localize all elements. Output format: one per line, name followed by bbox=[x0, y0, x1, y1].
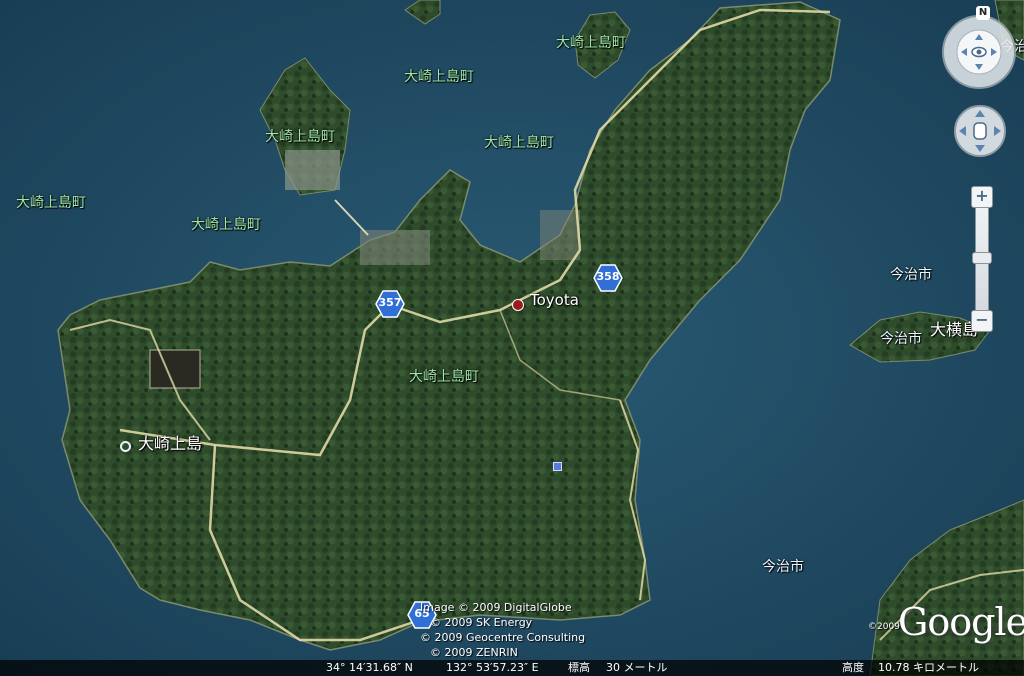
status-bar: 34° 14′31.68″ N 132° 53′57.23″ E 標高 30 メ… bbox=[0, 660, 1024, 676]
longitude-readout: 132° 53′57.23″ E bbox=[446, 661, 539, 674]
north-indicator[interactable]: N bbox=[976, 6, 990, 20]
place-marker-icon[interactable] bbox=[120, 441, 131, 452]
credit-line: © 2009 SK Energy bbox=[430, 616, 533, 629]
urban-patch-1 bbox=[285, 150, 340, 190]
imagery-credits: Image © 2009 DigitalGlobe © 2009 SK Ener… bbox=[420, 600, 585, 660]
route-number: 357 bbox=[378, 296, 402, 309]
credit-line: Image © 2009 DigitalGlobe bbox=[420, 601, 572, 614]
route-shield-357: 357 bbox=[375, 290, 405, 318]
latitude-readout: 34° 14′31.68″ N bbox=[326, 661, 413, 674]
credit-line: © 2009 Geocentre Consulting bbox=[420, 631, 586, 644]
field-patch bbox=[149, 349, 201, 389]
eye-altitude-value: 10.78 キロメートル bbox=[878, 661, 979, 674]
urban-patch-3 bbox=[540, 210, 580, 260]
map-view[interactable]: 大崎上島町 大崎上島町 大崎上島町 大崎上島町 大崎上島町 大崎上島町 大崎上島… bbox=[0, 0, 1024, 676]
satellite-map[interactable] bbox=[0, 0, 1024, 676]
logo-year: ©2009 bbox=[868, 622, 900, 632]
google-logo: Google bbox=[898, 600, 1024, 644]
elevation-value: 30 メートル bbox=[606, 661, 668, 674]
zoom-out-button[interactable]: − bbox=[971, 310, 993, 332]
zoom-in-button[interactable]: + bbox=[971, 186, 993, 208]
elevation-label: 標高 bbox=[568, 661, 590, 674]
credit-line: © 2009 ZENRIN bbox=[430, 646, 518, 659]
hand-icon bbox=[973, 122, 987, 140]
toyota-marker-icon[interactable] bbox=[512, 299, 524, 311]
urban-patch-2 bbox=[360, 230, 430, 265]
route-shield-358: 358 bbox=[593, 264, 623, 292]
zoom-slider-thumb[interactable] bbox=[972, 252, 992, 264]
route-number: 358 bbox=[596, 270, 620, 283]
pan-control[interactable] bbox=[953, 104, 1007, 158]
eye-altitude-label: 高度 bbox=[842, 661, 864, 674]
look-around-control[interactable] bbox=[941, 8, 1017, 90]
cursor-marker-icon bbox=[553, 462, 562, 471]
